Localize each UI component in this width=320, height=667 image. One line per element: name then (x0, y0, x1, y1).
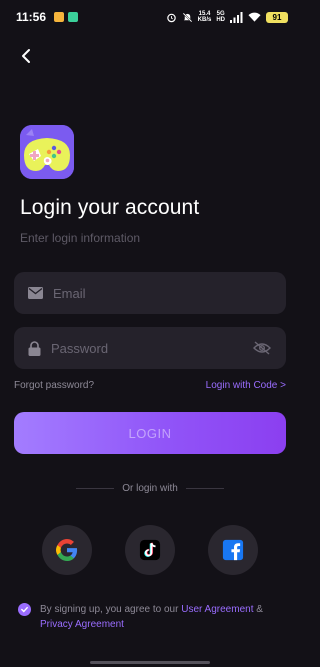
or-login-with-label: Or login with (122, 483, 178, 494)
app-logo (20, 125, 74, 179)
status-bar: 11:56 15.4 KB/s 5G HD 91 (0, 0, 300, 34)
mute-icon (182, 12, 192, 22)
user-agreement-link[interactable]: User Agreement (181, 604, 253, 615)
email-field[interactable] (14, 272, 286, 314)
chevron-left-icon (22, 49, 30, 63)
agreement-ampersand: & (256, 604, 263, 615)
google-login-button[interactable] (42, 525, 92, 575)
forgot-password-link[interactable]: Forgot password? (14, 380, 94, 391)
checkmark-icon (21, 606, 28, 613)
notification-app-icon (54, 12, 65, 22)
divider-line (76, 488, 115, 489)
facebook-icon (222, 539, 244, 561)
signal-icon (230, 11, 243, 23)
back-button[interactable] (12, 42, 40, 70)
google-icon (56, 539, 78, 561)
page-title: Login your account (20, 196, 200, 219)
status-time: 11:56 (16, 10, 47, 24)
alarm-icon (166, 13, 176, 22)
divider-line (185, 488, 225, 489)
password-visibility-toggle[interactable] (252, 338, 272, 358)
notification-app-icon (68, 12, 79, 22)
tiktok-login-button[interactable] (125, 525, 175, 575)
home-indicator[interactable] (90, 661, 210, 664)
network-speed: 15.4 KB/s (198, 11, 212, 23)
network-type-bottom: HD (216, 17, 225, 23)
gamepad-cat-logo-icon (20, 125, 74, 179)
agreement-checkbox[interactable] (18, 603, 31, 616)
facebook-login-button[interactable] (208, 525, 258, 575)
login-button[interactable]: LOGIN (14, 412, 286, 454)
envelope-icon (28, 287, 43, 299)
status-indicators: 15.4 KB/s 5G HD 91 (166, 11, 288, 23)
battery-indicator: 91 (266, 11, 288, 23)
or-login-with-divider: Or login with (76, 483, 225, 494)
agreement-prefix: By signing up, you agree to our (40, 604, 179, 615)
page-subtitle: Enter login information (20, 231, 141, 245)
lock-icon (28, 340, 41, 356)
agreement-notice: By signing up, you agree to our User Agr… (18, 602, 288, 632)
network-speed-unit: KB/s (197, 17, 212, 23)
wifi-icon (248, 12, 261, 22)
eye-off-icon (253, 341, 271, 355)
login-with-code-link[interactable]: Login with Code > (206, 380, 286, 391)
agreement-text: By signing up, you agree to our User Agr… (18, 602, 288, 632)
password-field[interactable] (14, 327, 286, 369)
email-input[interactable] (53, 285, 272, 301)
privacy-agreement-link[interactable]: Privacy Agreement (40, 619, 124, 630)
network-type: 5G HD (216, 11, 225, 23)
notification-icons (54, 12, 79, 22)
password-input[interactable] (51, 340, 252, 356)
tiktok-icon (139, 539, 161, 561)
